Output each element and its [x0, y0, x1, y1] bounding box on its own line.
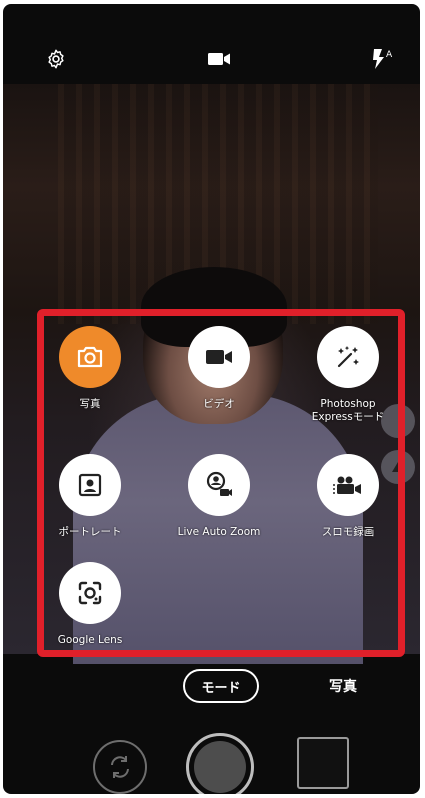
video-camera-icon: [208, 53, 230, 65]
portrait-icon: [78, 473, 102, 497]
mode-label: ポートレート: [58, 526, 122, 538]
gear-icon: [48, 49, 64, 69]
mode-portrait-circle: [59, 454, 121, 516]
current-mode-label[interactable]: 写真: [313, 676, 373, 696]
person-zoom-icon: [206, 471, 232, 496]
camera-switch-icon: [111, 756, 129, 778]
mode-label: Live Auto Zoom: [177, 526, 261, 538]
mode-label: ビデオ: [203, 398, 235, 410]
mode-video-circle: [188, 326, 250, 388]
mode-google-lens[interactable]: Google Lens: [30, 562, 150, 647]
camera-icon: [77, 346, 103, 368]
mode-label: Google Lens: [57, 634, 123, 646]
mode-photo-circle: [59, 326, 121, 388]
mode-button[interactable]: モード: [183, 669, 259, 703]
mode-photoshop-express[interactable]: Photoshop Expressモード: [288, 326, 408, 424]
flash-button[interactable]: A: [369, 46, 395, 72]
mode-slow-motion[interactable]: スロモ録画: [288, 454, 408, 539]
camera-app-screen: A 写真 ビデオ Photoshop Expressモード ポートレート Liv…: [3, 4, 420, 794]
settings-button[interactable]: [43, 46, 69, 72]
mode-label: 写真: [79, 398, 101, 410]
mode-google-lens-circle: [59, 562, 121, 624]
switch-camera-button[interactable]: [93, 740, 147, 794]
mode-portrait[interactable]: ポートレート: [30, 454, 150, 539]
slow-motion-icon: [333, 476, 361, 494]
sparkle-wand-icon: [337, 346, 359, 368]
mode-live-auto-zoom[interactable]: Live Auto Zoom: [159, 454, 279, 539]
svg-text:A: A: [386, 50, 393, 60]
lens-icon: [78, 581, 102, 605]
mode-photoshop-circle: [317, 326, 379, 388]
mode-label: Photoshop Expressモード: [311, 398, 385, 423]
mode-video[interactable]: ビデオ: [159, 326, 279, 411]
video-mode-button[interactable]: [206, 46, 232, 72]
flash-auto-icon: A: [373, 49, 393, 69]
gallery-thumbnail[interactable]: [297, 737, 349, 789]
video-camera-icon: [206, 350, 232, 364]
mode-photo[interactable]: 写真: [30, 326, 150, 411]
mode-label: スロモ録画: [321, 526, 375, 538]
shutter-button[interactable]: [186, 733, 254, 794]
shutter-inner: [194, 741, 246, 793]
mode-live-auto-zoom-circle: [188, 454, 250, 516]
mode-slow-motion-circle: [317, 454, 379, 516]
